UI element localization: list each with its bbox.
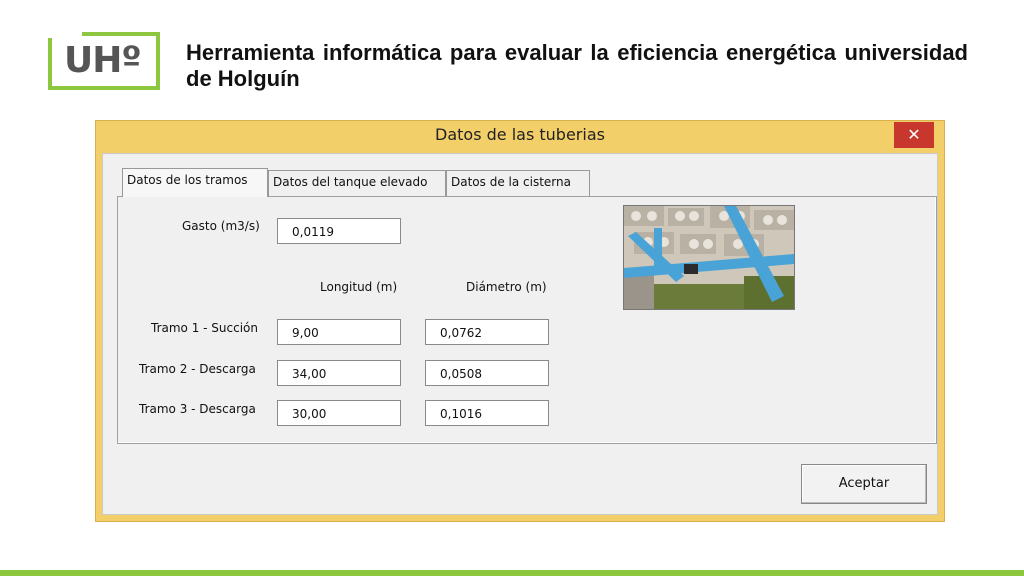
tramo-1-longitud-input[interactable]: 9,00 bbox=[277, 319, 401, 345]
diametro-header: Diámetro (m) bbox=[466, 280, 547, 294]
tab-datos-tramos[interactable]: Datos de los tramos bbox=[122, 168, 268, 197]
pipes-photo-image bbox=[624, 206, 794, 309]
tramo-2-label: Tramo 2 - Descarga bbox=[139, 362, 256, 376]
logo-text: UHº bbox=[64, 40, 142, 81]
tramo-3-diametro-input[interactable]: 0,1016 bbox=[425, 400, 549, 426]
logo-frame-gap bbox=[48, 28, 82, 38]
footer-bar bbox=[0, 570, 1024, 576]
slide-title: Herramienta informática para evaluar la … bbox=[186, 40, 968, 91]
aceptar-button[interactable]: Aceptar bbox=[801, 464, 927, 504]
gasto-label: Gasto (m3/s) bbox=[182, 219, 260, 233]
tab-cisterna[interactable]: Datos de la cisterna bbox=[446, 170, 590, 196]
tramo-2-longitud-input[interactable]: 34,00 bbox=[277, 360, 401, 386]
tramo-1-diametro-input[interactable]: 0,0762 bbox=[425, 319, 549, 345]
tramo-3-label: Tramo 3 - Descarga bbox=[139, 402, 256, 416]
gasto-input[interactable]: 0,0119 bbox=[277, 218, 401, 244]
tramo-1-label: Tramo 1 - Succión bbox=[151, 321, 258, 335]
pipes-photo bbox=[623, 205, 795, 310]
dialog-title: Datos de las tuberias bbox=[435, 125, 605, 144]
close-button[interactable]: ✕ bbox=[894, 122, 934, 148]
tramo-2-diametro-input[interactable]: 0,0508 bbox=[425, 360, 549, 386]
close-icon: ✕ bbox=[907, 125, 921, 144]
longitud-header: Longitud (m) bbox=[320, 280, 398, 294]
tab-tanque-elevado[interactable]: Datos del tanque elevado bbox=[268, 170, 446, 196]
tramo-3-longitud-input[interactable]: 30,00 bbox=[277, 400, 401, 426]
